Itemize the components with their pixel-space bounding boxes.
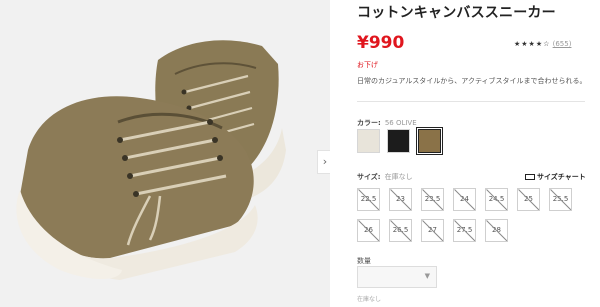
- size-option-button[interactable]: 22.5: [357, 188, 380, 211]
- product-rating[interactable]: ★★★★☆ (655): [514, 40, 571, 48]
- product-image-gallery: ›: [0, 0, 330, 307]
- price-down-tag: お下げ: [357, 61, 378, 69]
- size-option-button[interactable]: 24.5: [485, 188, 508, 211]
- ruler-icon: [525, 174, 535, 180]
- quantity-label: 数量: [357, 257, 371, 265]
- stock-status: 在庫なし: [357, 296, 382, 303]
- color-swatch-off-white[interactable]: [357, 129, 380, 153]
- size-label: サイズ: 在庫なし: [357, 172, 413, 182]
- review-count-link[interactable]: (655): [553, 40, 572, 48]
- product-title: コットンキャンバススニーカー: [357, 5, 556, 21]
- size-option-button[interactable]: 23: [389, 188, 412, 211]
- selected-color-name: 56 OLIVE: [384, 119, 417, 127]
- color-label: カラー: 56 OLIVE: [357, 118, 417, 128]
- size-label-text: サイズ:: [357, 173, 381, 181]
- product-info-panel: コットンキャンバススニーカー ¥990 ★★★★☆ (655) お下げ 日常のカ…: [357, 0, 597, 307]
- chevron-down-icon: ▼: [424, 272, 430, 280]
- product-description: 日常のカジュアルスタイルから、アクティブスタイルまで合わせられる。: [357, 77, 587, 85]
- quantity-select[interactable]: ▼: [357, 266, 437, 288]
- divider: [357, 101, 585, 102]
- size-option-button[interactable]: 26.5: [389, 219, 412, 242]
- size-option-button[interactable]: 27: [421, 219, 444, 242]
- product-price: ¥990: [357, 33, 405, 53]
- size-option-button[interactable]: 25.5: [549, 188, 572, 211]
- size-option-button[interactable]: 27.5: [453, 219, 476, 242]
- size-option-button[interactable]: 26: [357, 219, 380, 242]
- size-status-note: 在庫なし: [384, 173, 413, 181]
- size-option-button[interactable]: 24: [453, 188, 476, 211]
- color-swatch-black[interactable]: [387, 129, 410, 153]
- color-label-text: カラー:: [357, 119, 381, 127]
- color-swatch-olive[interactable]: [416, 127, 443, 155]
- rating-stars-icon: ★★★★☆: [514, 40, 551, 48]
- size-option-button[interactable]: 25: [517, 188, 540, 211]
- next-image-button[interactable]: ›: [317, 150, 330, 174]
- size-chart-link[interactable]: サイズチャート: [525, 172, 586, 182]
- size-chart-label: サイズチャート: [537, 173, 586, 181]
- size-option-button[interactable]: 23.5: [421, 188, 444, 211]
- sneaker-photo: [16, 40, 286, 280]
- size-option-button[interactable]: 28: [485, 219, 508, 242]
